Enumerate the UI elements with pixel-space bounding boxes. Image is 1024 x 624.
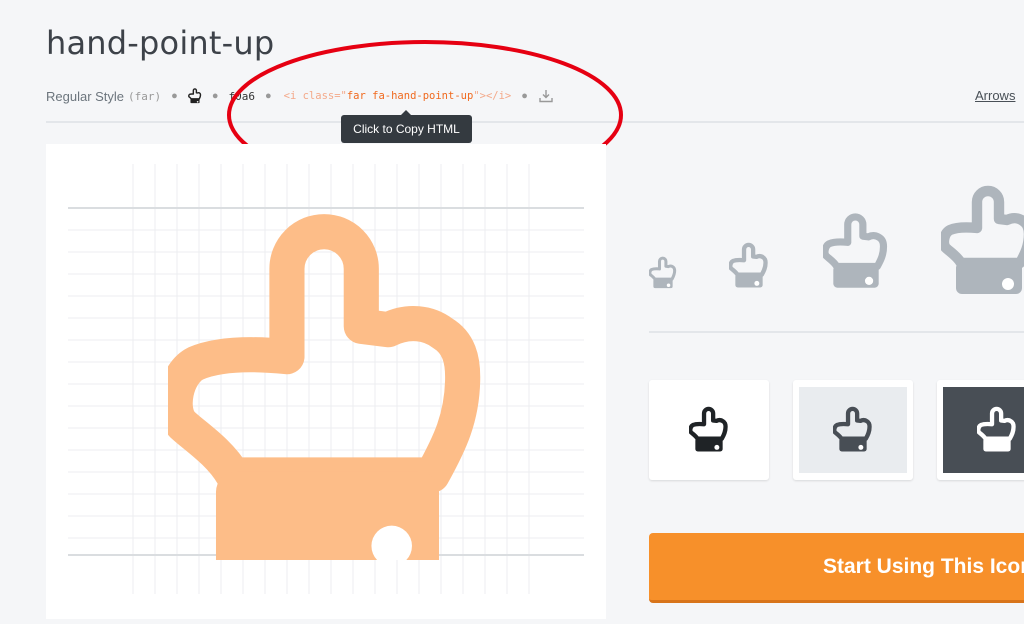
swatch-light[interactable]	[793, 380, 913, 480]
swatch-white[interactable]	[649, 380, 769, 480]
swatch-dark[interactable]	[937, 380, 1024, 480]
header-divider	[46, 121, 1024, 123]
hand-point-up-icon	[833, 406, 873, 454]
hand-point-up-icon	[977, 406, 1017, 454]
swatch-inner	[655, 387, 763, 473]
hand-point-up-icon	[649, 256, 677, 290]
hand-point-up-icon	[823, 212, 889, 292]
hand-point-up-icon[interactable]	[188, 88, 202, 104]
download-icon[interactable]	[538, 88, 554, 104]
html-snippet[interactable]: <i class="far fa-hand-point-up"></i>	[284, 90, 512, 102]
separator: ●	[211, 90, 219, 102]
hand-point-up-icon	[168, 200, 488, 560]
separator: ●	[521, 90, 528, 102]
swatch-inner	[799, 387, 907, 473]
snippet-close: "></i>	[473, 90, 512, 102]
snippet-class: far fa-hand-point-up	[346, 90, 474, 102]
style-prefix: (far)	[128, 89, 162, 103]
page-title: hand-point-up	[46, 24, 275, 62]
separator: ●	[171, 90, 178, 102]
hand-point-up-icon	[689, 406, 729, 454]
icon-meta-bar: Regular Style (far) ● ● f0a6 ● <i class=…	[46, 86, 554, 106]
start-using-button[interactable]: Start Using This Icon	[649, 533, 1024, 603]
separator: ●	[264, 90, 272, 102]
category-link-arrows[interactable]: Arrows	[975, 88, 1015, 103]
style-label: Regular Style	[46, 88, 125, 104]
variants-divider	[649, 331, 1024, 333]
copy-html-tooltip: Click to Copy HTML	[341, 110, 472, 143]
size-variants	[640, 180, 1024, 300]
hand-point-up-icon	[729, 242, 769, 290]
snippet-open: <i class="	[283, 90, 347, 102]
unicode-value[interactable]: f0a6	[228, 90, 255, 103]
icon-preview-panel	[46, 144, 606, 619]
swatch-inner	[943, 387, 1024, 473]
hand-point-up-icon	[941, 184, 1024, 300]
